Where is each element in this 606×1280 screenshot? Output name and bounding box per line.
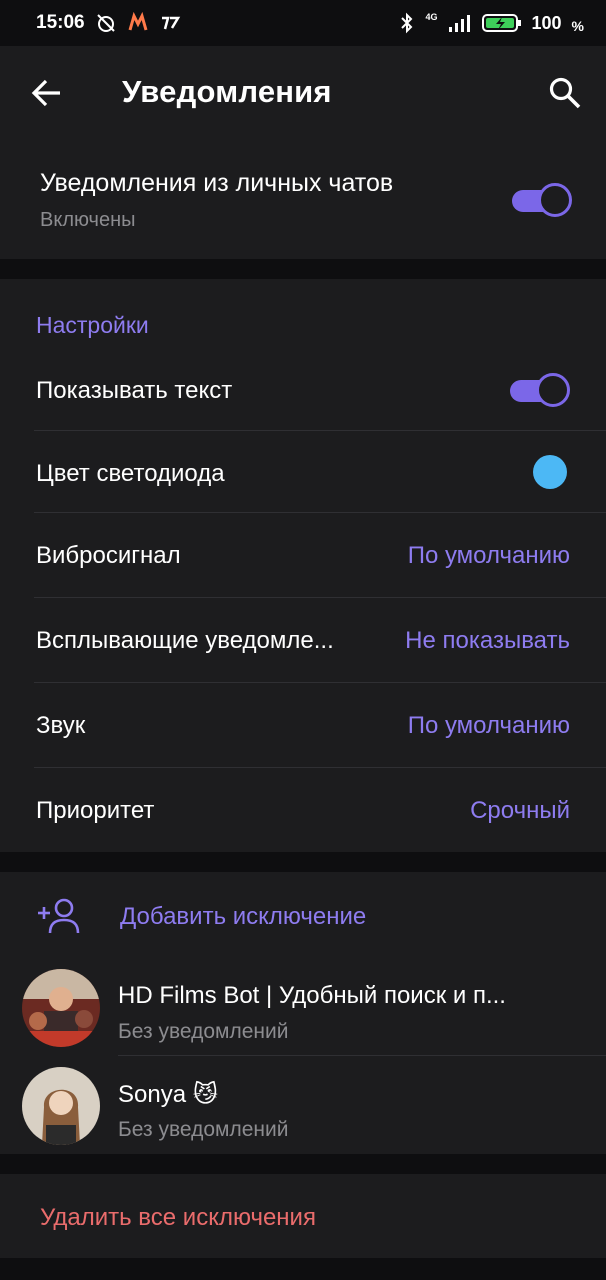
bluetooth-icon bbox=[401, 12, 413, 34]
page-title: Уведомления bbox=[122, 74, 332, 109]
vibrate-value: По умолчанию bbox=[407, 542, 570, 569]
alarm-off-icon bbox=[96, 14, 115, 32]
settings-section: Настройки Показывать текст Цвет светодио… bbox=[0, 279, 606, 852]
add-exception-label: Добавить исключение bbox=[120, 903, 367, 930]
app-notification-icon bbox=[128, 12, 148, 31]
status-bar: 15:06 4G 100 % bbox=[0, 0, 606, 46]
app-notification-icon-2 bbox=[161, 16, 180, 30]
show-text-toggle[interactable] bbox=[510, 373, 570, 407]
exception-item[interactable]: Sonya 😼 Без уведомлений bbox=[0, 1056, 606, 1154]
led-color-row[interactable]: Цвет светодиода bbox=[0, 431, 606, 513]
popup-row[interactable]: Всплывающие уведомле... Не показывать bbox=[0, 598, 606, 683]
toggle-knob bbox=[538, 183, 572, 217]
popup-label: Всплывающие уведомле... bbox=[36, 627, 334, 654]
app-bar: Уведомления bbox=[0, 46, 606, 141]
settings-header: Настройки bbox=[36, 312, 149, 338]
add-exception-button[interactable]: Добавить исключение bbox=[0, 872, 606, 958]
avatar bbox=[22, 1067, 100, 1145]
exception-item[interactable]: HD Films Bot | Удобный поиск и п... Без … bbox=[0, 958, 606, 1056]
exceptions-section: Добавить исключение HD Films Bot | Удобн… bbox=[0, 872, 606, 1154]
battery-charging-icon bbox=[481, 14, 521, 32]
vibrate-label: Вибросигнал bbox=[36, 542, 181, 569]
status-time: 15:06 bbox=[36, 12, 85, 33]
priority-label: Приоритет bbox=[36, 797, 155, 824]
search-icon[interactable] bbox=[548, 76, 582, 110]
back-arrow-icon[interactable] bbox=[30, 76, 64, 110]
private-chats-title: Уведомления из личных чатов bbox=[40, 169, 394, 197]
exception-status: Без уведомлений bbox=[118, 1020, 289, 1043]
priority-value: Срочный bbox=[470, 797, 570, 824]
private-chats-status: Включены bbox=[40, 209, 136, 231]
show-text-row[interactable]: Показывать текст bbox=[0, 351, 606, 431]
delete-section: Удалить все исключения bbox=[0, 1174, 606, 1258]
sound-row[interactable]: Звук По умолчанию bbox=[0, 683, 606, 768]
delete-all-exceptions-button[interactable]: Удалить все исключения bbox=[40, 1204, 316, 1232]
signal-icon bbox=[448, 15, 470, 32]
priority-row[interactable]: Приоритет Срочный bbox=[0, 768, 606, 852]
battery-unit: % bbox=[571, 18, 584, 34]
private-chats-toggle[interactable] bbox=[512, 183, 572, 217]
avatar bbox=[22, 969, 100, 1047]
exception-name: Sonya 😼 bbox=[118, 1081, 218, 1108]
led-color-label: Цвет светодиода bbox=[36, 460, 225, 487]
add-user-icon bbox=[38, 898, 80, 934]
led-color-swatch bbox=[533, 455, 567, 489]
toggle-knob bbox=[536, 373, 570, 407]
exception-name: HD Films Bot | Удобный поиск и п... bbox=[118, 982, 506, 1009]
exception-status: Без уведомлений bbox=[118, 1118, 289, 1141]
vibrate-row[interactable]: Вибросигнал По умолчанию bbox=[0, 513, 606, 598]
private-chats-section[interactable]: Уведомления из личных чатов Включены bbox=[0, 141, 606, 259]
network-type: 4G bbox=[425, 11, 438, 22]
sound-value: По умолчанию bbox=[407, 712, 570, 739]
popup-value: Не показывать bbox=[405, 627, 570, 654]
show-text-label: Показывать текст bbox=[36, 377, 233, 404]
battery-level: 100 bbox=[531, 12, 562, 33]
sound-label: Звук bbox=[36, 712, 86, 739]
